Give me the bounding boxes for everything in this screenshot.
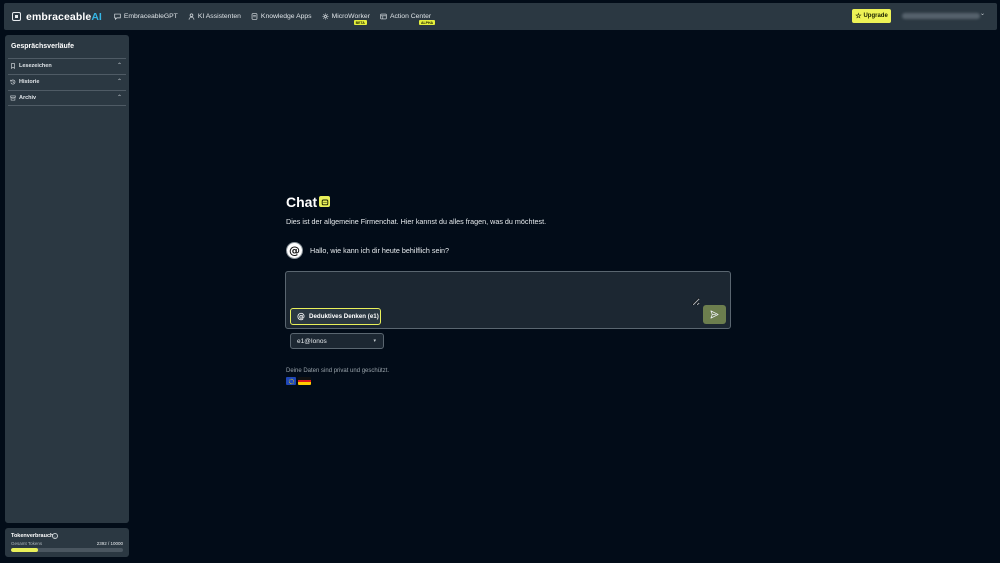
send-button[interactable] — [703, 305, 726, 324]
upgrade-button[interactable]: ☆ Upgrade — [852, 9, 891, 23]
archive-icon — [10, 95, 16, 100]
chevron-down-icon[interactable]: ⌄ — [980, 10, 985, 17]
germany-flag-icon — [298, 377, 311, 385]
model-select[interactable]: e1@Ionos ▾ — [290, 333, 384, 349]
mode-label: Deduktives Denken (e1) — [309, 313, 379, 320]
eu-flag-icon — [286, 377, 296, 385]
at-icon: @ — [289, 244, 300, 257]
sidebar-section-historie[interactable]: Historie ⌃ — [8, 74, 126, 88]
tokens-count: 2392 / 10000 — [96, 541, 123, 546]
nav-item-microworker[interactable]: MicroWorker BETA — [322, 13, 370, 25]
user-icon — [188, 13, 195, 20]
tokens-progress-bar — [11, 548, 123, 552]
sidebar-section-label: Lesezeichen — [19, 62, 52, 69]
page-title: Chat — [286, 194, 318, 210]
top-navbar: embraceable AI EmbraceableGPT KI Assisten… — [4, 3, 997, 30]
main-nav: EmbraceableGPT KI Assistenten Knowledge … — [114, 13, 441, 25]
tokens-progress-fill — [11, 548, 38, 552]
sidebar: Gesprächsverläufe Lesezeichen ⌃ Historie… — [5, 35, 129, 523]
chevron-up-icon[interactable]: ⌃ — [117, 62, 122, 69]
message-composer: @ Deduktives Denken (e1) — [285, 271, 731, 329]
nav-item-action-center[interactable]: Action Center ALPHA — [380, 13, 436, 25]
token-usage-panel: Tokenverbrauch i Gesamt Tokens 2392 / 10… — [5, 528, 129, 557]
nav-label: Knowledge Apps — [260, 13, 312, 20]
bookmark-icon — [11, 62, 15, 69]
alpha-badge: ALPHA — [418, 20, 436, 25]
chevron-up-icon[interactable]: ⌃ — [117, 94, 122, 101]
nav-label: MicroWorker — [331, 13, 370, 20]
history-icon — [10, 79, 16, 84]
beta-badge: BETA — [353, 20, 367, 25]
sidebar-section-label: Archiv — [19, 94, 37, 101]
robot-icon — [319, 196, 330, 207]
message-input[interactable] — [290, 276, 700, 306]
assistant-message-row: @ Hallo, wie kann ich dir heute behilfli… — [286, 242, 449, 259]
nav-item-knowledge-apps[interactable]: Knowledge Apps — [251, 13, 312, 20]
privacy-notice: Deine Daten sind privat und geschützt. — [286, 368, 390, 374]
sidebar-title: Gesprächsverläufe — [11, 43, 75, 50]
tokens-title: Tokenverbrauch — [11, 533, 54, 539]
logo-accent: AI — [91, 10, 102, 23]
star-icon: ☆ — [855, 13, 862, 20]
model-selected: e1@Ionos — [297, 337, 327, 345]
gear-icon — [322, 13, 329, 20]
sidebar-toggle-icon[interactable] — [12, 12, 21, 21]
tokens-subtitle: Gesamt Tokens — [11, 541, 43, 546]
chevron-up-icon[interactable]: ⌃ — [117, 78, 122, 85]
chevron-down-icon: ▾ — [373, 338, 376, 344]
send-icon — [710, 310, 719, 319]
grid-icon — [380, 13, 387, 20]
at-icon: @ — [297, 312, 305, 321]
nav-item-ki-assistenten[interactable]: KI Assistenten — [188, 13, 241, 20]
upgrade-label: Upgrade — [863, 13, 888, 19]
nav-label: EmbraceableGPT — [123, 13, 178, 20]
reasoning-mode-chip[interactable]: @ Deduktives Denken (e1) — [290, 308, 381, 325]
sidebar-section-lesezeichen[interactable]: Lesezeichen ⌃ — [8, 58, 126, 72]
nav-label: Action Center — [389, 13, 432, 20]
logo[interactable]: embraceable AI — [12, 11, 102, 23]
assistant-message: Hallo, wie kann ich dir heute behilflich… — [310, 246, 450, 255]
logo-text: embraceable — [26, 10, 92, 23]
nav-item-embraceablegpt[interactable]: EmbraceableGPT — [114, 13, 178, 20]
sidebar-divider — [8, 105, 126, 106]
account-menu[interactable] — [902, 13, 980, 19]
sidebar-section-label: Historie — [19, 78, 40, 85]
sidebar-section-archiv[interactable]: Archiv ⌃ — [8, 90, 126, 104]
document-icon — [251, 13, 258, 20]
assistant-avatar: @ — [286, 242, 303, 259]
chat-icon — [114, 13, 121, 20]
chat-description: Dies ist der allgemeine Firmenchat. Hier… — [286, 217, 547, 226]
info-icon[interactable]: i — [52, 532, 58, 539]
nav-label: KI Assistenten — [197, 13, 241, 20]
